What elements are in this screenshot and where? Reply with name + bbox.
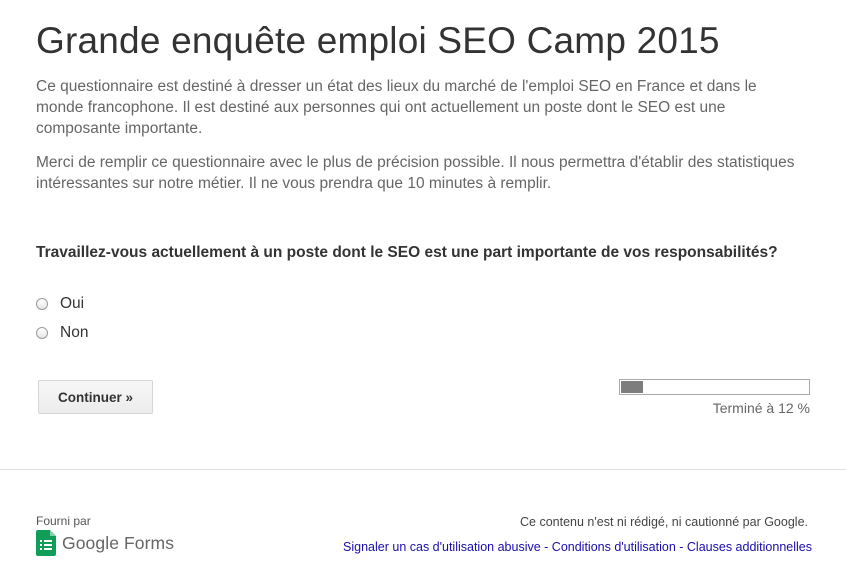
form-description-secondary: Merci de remplir ce questionnaire avec l… xyxy=(36,154,795,192)
progress-bar xyxy=(619,379,810,395)
footer-divider xyxy=(0,469,846,470)
google-forms-icon xyxy=(36,530,56,556)
google-forms-logo[interactable]: Google Forms xyxy=(36,530,174,556)
option-label: Oui xyxy=(60,295,85,312)
option-oui[interactable]: Oui xyxy=(36,294,84,314)
link-separator: - xyxy=(540,540,552,554)
progress-bar-fill xyxy=(621,381,643,393)
terms-of-service-link[interactable]: Conditions d'utilisation xyxy=(552,540,676,554)
google-forms-wordmark: Google Forms xyxy=(62,532,175,553)
progress-label: Terminé à 12 % xyxy=(712,400,810,416)
option-label: Non xyxy=(60,324,89,341)
powered-by-label: Fourni par xyxy=(36,514,91,528)
option-non[interactable]: Non xyxy=(36,323,88,343)
footer-links: Signaler un cas d'utilisation abusive - … xyxy=(343,540,812,554)
form-title: Grande enquête emploi SEO Camp 2015 xyxy=(36,20,720,61)
question-title: Travaillez-vous actuellement à un poste … xyxy=(36,244,778,261)
form-description: Ce questionnaire est destiné à dresser u… xyxy=(36,78,757,137)
disclaimer-text: Ce contenu n'est ni rédigé, ni cautionné… xyxy=(520,515,808,529)
radio-oui[interactable] xyxy=(36,298,48,310)
additional-terms-link[interactable]: Clauses additionnelles xyxy=(687,540,812,554)
radio-non[interactable] xyxy=(36,327,48,339)
continue-button[interactable]: Continuer » xyxy=(38,380,153,414)
report-abuse-link[interactable]: Signaler un cas d'utilisation abusive xyxy=(343,540,541,554)
link-separator: - xyxy=(675,540,687,554)
